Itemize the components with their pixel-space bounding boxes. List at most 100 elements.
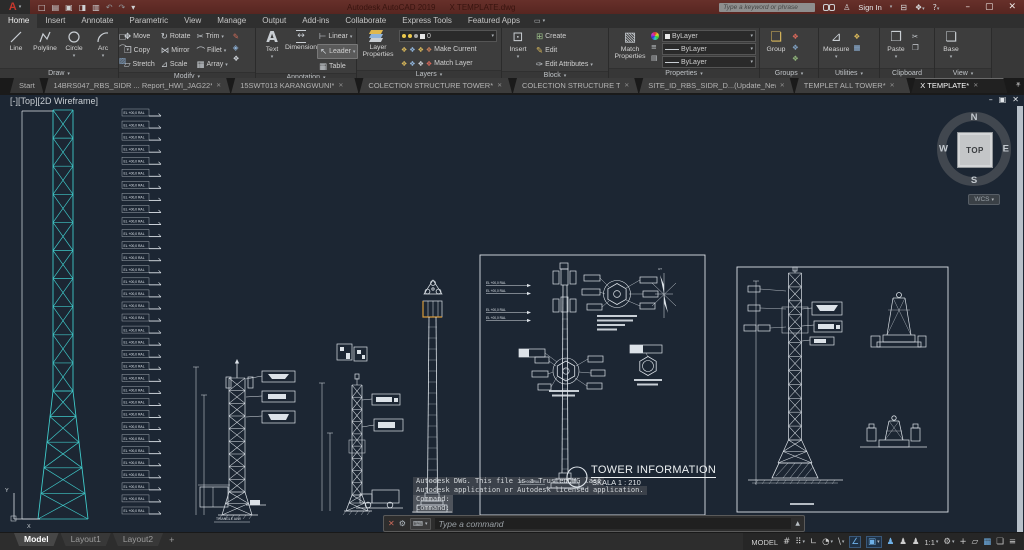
- group-button[interactable]: ❏Group: [763, 30, 789, 53]
- layout-tab-layout1[interactable]: Layout1: [61, 533, 111, 546]
- clean-screen-icon[interactable]: ❏: [996, 537, 1004, 547]
- scale-button[interactable]: ⊿Scale: [159, 58, 193, 71]
- panel-title-layers[interactable]: Layers▾: [357, 70, 501, 78]
- fillet-button[interactable]: ⌒Fillet▾: [194, 44, 229, 57]
- qat-menu-icon[interactable]: ▾: [131, 3, 135, 12]
- panel-title-draw[interactable]: Draw▾: [0, 68, 118, 78]
- group-select-icon[interactable]: ❖: [792, 54, 799, 63]
- ribbon-tab-view[interactable]: View: [176, 14, 209, 28]
- snap-icon-caret[interactable]: ▾: [802, 539, 805, 545]
- layer-dropdown[interactable]: 0 ▾: [399, 30, 497, 42]
- array-button[interactable]: ▦Array▾: [194, 58, 229, 71]
- viewcube-south[interactable]: S: [971, 175, 977, 186]
- plot-icon[interactable]: ▥: [92, 3, 100, 12]
- viewcube-top-face[interactable]: TOP: [957, 132, 993, 168]
- circle-button[interactable]: Circle▾: [61, 30, 87, 60]
- ribbon-tab-featured-apps[interactable]: Featured Apps: [460, 14, 528, 28]
- layout-tab-model[interactable]: Model: [14, 533, 59, 546]
- layer-properties-button[interactable]: Layer Properties: [360, 30, 396, 58]
- customize-command-icon[interactable]: ⚙: [399, 519, 406, 528]
- trim-button[interactable]: ✂Trim▾: [194, 30, 229, 43]
- polar-tracking-icon-caret[interactable]: ▾: [831, 539, 834, 545]
- file-tab-6[interactable]: TEMPLET ALL TOWER*✕: [795, 78, 911, 93]
- file-tab-start[interactable]: Start: [10, 78, 43, 93]
- sign-in-button[interactable]: Sign In: [858, 3, 881, 12]
- edit-attributes-button[interactable]: ✑Edit Attributes▾: [534, 58, 595, 71]
- stretch-button[interactable]: ▱Stretch: [122, 58, 157, 71]
- cut-icon[interactable]: ✂: [912, 32, 919, 41]
- panel-title-properties[interactable]: Properties▾: [609, 68, 759, 78]
- annotation-scale-person-icon[interactable]: ♟: [912, 537, 920, 547]
- file-tab-2[interactable]: 15SWT013 KARANGWUNI*✕: [231, 78, 358, 93]
- layer-color-swatch[interactable]: [420, 34, 425, 39]
- panel-title-utilities[interactable]: Utilities▾: [819, 68, 879, 78]
- doc-restore-icon[interactable]: ▣: [999, 95, 1007, 104]
- file-tab-close-icon[interactable]: ✕: [890, 78, 895, 93]
- polar-tracking-icon[interactable]: ◔▾: [822, 537, 833, 547]
- customize-plus-icon[interactable]: +: [960, 537, 967, 547]
- line-button[interactable]: Line: [3, 30, 29, 52]
- quick-select-icon[interactable]: ❖: [853, 32, 860, 41]
- match-properties-button[interactable]: ▧Match Properties: [612, 30, 648, 60]
- leader-button[interactable]: ↖Leader▾: [317, 44, 358, 59]
- osnap-icon[interactable]: ▣▾: [866, 536, 882, 548]
- match-layer-button[interactable]: ❖❖ ❖❖ Match Layer: [399, 57, 498, 70]
- group-edit-icon[interactable]: ❖: [792, 43, 799, 52]
- paste-button[interactable]: ❒Paste▾: [883, 30, 909, 61]
- copy-button[interactable]: ❐Copy: [122, 44, 157, 57]
- new-layout-plus-icon[interactable]: +: [165, 533, 178, 547]
- panel-title-groups[interactable]: Groups▾: [760, 68, 818, 78]
- erase-pencil-icon[interactable]: ✎: [233, 32, 240, 41]
- layer-freeze-icon[interactable]: [408, 34, 412, 38]
- annotation-scale-value[interactable]: 1:1▾: [924, 538, 938, 547]
- rotate-button[interactable]: ↻Rotate: [159, 30, 193, 43]
- help-icon[interactable]: ?▾: [933, 3, 940, 12]
- wcs-menu[interactable]: WCS▾: [968, 194, 1000, 205]
- snap-icon[interactable]: ⠿▾: [795, 537, 805, 547]
- ribbon-tab-add-ins[interactable]: Add-ins: [294, 14, 337, 28]
- arc-button[interactable]: Arc▾: [90, 30, 116, 60]
- explode-icon[interactable]: ◈: [233, 43, 240, 52]
- text-button[interactable]: A Text▾: [259, 30, 285, 61]
- isolate-objects-icon[interactable]: ▱: [972, 537, 979, 547]
- ribbon-collapse-caret-icon[interactable]: ▾: [543, 18, 546, 24]
- ribbon-tab-insert[interactable]: Insert: [37, 14, 73, 28]
- recent-commands-icon[interactable]: ⌨▾: [410, 518, 431, 530]
- move-button[interactable]: ✥Move: [122, 30, 157, 43]
- ribbon-tab-manage[interactable]: Manage: [209, 14, 254, 28]
- osnap-icon-caret[interactable]: ▾: [877, 539, 880, 545]
- panel-title-view[interactable]: View▾: [935, 68, 991, 78]
- community-icon[interactable]: ❖▾: [915, 3, 925, 12]
- viewcube[interactable]: N S W E TOP: [937, 112, 1011, 186]
- panel-title-clipboard[interactable]: Clipboard: [880, 68, 934, 78]
- annotation-visibility-icon[interactable]: ♟: [887, 537, 895, 547]
- close-button[interactable]: ✕: [1008, 2, 1016, 12]
- isodraft-icon[interactable]: \▾: [838, 537, 844, 547]
- file-tab-close-icon[interactable]: ✕: [973, 78, 978, 93]
- offset-icon[interactable]: ❖: [233, 54, 240, 63]
- ribbon-collapse-icon[interactable]: ▭▾: [534, 14, 545, 28]
- application-menu-button[interactable]: A▾: [0, 0, 30, 14]
- grid-icon[interactable]: #: [783, 537, 790, 547]
- ribbon-tab-collaborate[interactable]: Collaborate: [337, 14, 394, 28]
- new-file-icon[interactable]: □: [38, 3, 46, 12]
- search-input[interactable]: Type a keyword or phrase: [719, 3, 815, 12]
- sign-in-caret-icon[interactable]: ▾: [890, 4, 893, 10]
- annotation-autoscale-icon[interactable]: ♟: [899, 537, 907, 547]
- undo-icon[interactable]: ↶: [106, 3, 113, 12]
- layer-lock-icon[interactable]: [414, 34, 418, 38]
- graphics-performance-icon[interactable]: ▦: [983, 537, 991, 547]
- isodraft-icon-caret[interactable]: ▾: [842, 539, 845, 545]
- autosnap-icon[interactable]: ∠: [849, 536, 861, 548]
- file-tab-close-icon[interactable]: ✕: [780, 78, 785, 93]
- edit-block-button[interactable]: ✎Edit: [534, 44, 595, 57]
- command-line[interactable]: ✕ ⚙ ⌨▾ Type a command ▲: [383, 515, 805, 532]
- drawing-canvas[interactable]: Autodesk DWG. This file is a TrustedDWG …: [0, 95, 1024, 532]
- vertical-scrollbar[interactable]: [1017, 106, 1023, 532]
- object-color-dropdown[interactable]: ByLayer▾: [662, 30, 756, 42]
- linear-button[interactable]: ⊢Linear▾: [317, 30, 358, 43]
- redo-icon[interactable]: ↷: [119, 3, 126, 12]
- file-tab-close-icon[interactable]: ✕: [497, 78, 502, 93]
- table-button[interactable]: ▦Table: [317, 60, 358, 73]
- file-tab-4[interactable]: COLECTION STRUCTURE TOWER_recover*✕: [513, 78, 638, 93]
